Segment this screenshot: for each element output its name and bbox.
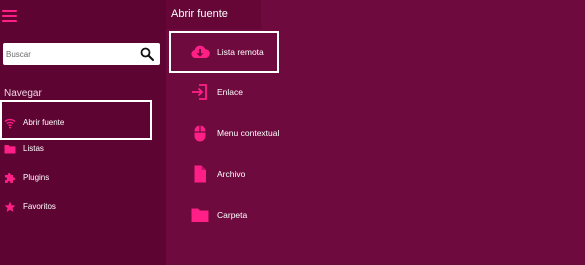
- source-item-menu-contextual[interactable]: Menu contextual: [169, 112, 279, 154]
- hamburger-menu-icon[interactable]: [2, 9, 18, 23]
- nav-heading: Navegar: [4, 88, 42, 99]
- sidebar-item-label: Favoritos: [23, 202, 56, 211]
- folder-icon: [191, 208, 209, 222]
- star-icon: [4, 201, 16, 212]
- folder-icon: [4, 145, 16, 154]
- file-icon: [194, 165, 206, 183]
- mouse-icon: [194, 125, 206, 142]
- search-icon[interactable]: [140, 47, 154, 61]
- sidebar-item-abrir-fuente[interactable]: Abrir fuente: [0, 100, 152, 140]
- login-arrow-icon: [192, 84, 207, 100]
- page-header: Abrir fuente: [166, 0, 261, 29]
- sidebar-item-label: Plugins: [23, 173, 50, 182]
- source-item-label: Archivo: [217, 169, 246, 179]
- sidebar-item-favoritos[interactable]: Favoritos: [0, 197, 152, 219]
- search-input[interactable]: [6, 43, 134, 65]
- source-list: Lista remota Enlace Menu contextual Arch…: [166, 29, 585, 265]
- source-item-label: Menu contextual: [217, 128, 280, 138]
- page-title: Abrir fuente: [171, 8, 228, 20]
- cloud-download-icon: [191, 45, 210, 58]
- puzzle-icon: [5, 172, 16, 183]
- source-item-archivo[interactable]: Archivo: [169, 153, 279, 195]
- sidebar: Navegar Abrir fuente Listas Plugins: [0, 0, 166, 265]
- source-item-label: Lista remota: [217, 47, 264, 57]
- source-item-enlace[interactable]: Enlace: [169, 71, 279, 113]
- wifi-icon: [4, 118, 16, 129]
- sidebar-item-plugins[interactable]: Plugins: [0, 168, 152, 190]
- sidebar-item-label: Abrir fuente: [23, 118, 65, 127]
- sidebar-item-label: Listas: [23, 144, 44, 153]
- source-item-carpeta[interactable]: Carpeta: [169, 194, 279, 236]
- sidebar-item-listas[interactable]: Listas: [0, 139, 152, 161]
- app-root: Navegar Abrir fuente Listas Plugins: [0, 0, 585, 265]
- source-item-label: Enlace: [217, 87, 243, 97]
- source-item-lista-remota[interactable]: Lista remota: [169, 31, 279, 73]
- source-item-label: Carpeta: [217, 210, 248, 220]
- search-box: [3, 43, 160, 65]
